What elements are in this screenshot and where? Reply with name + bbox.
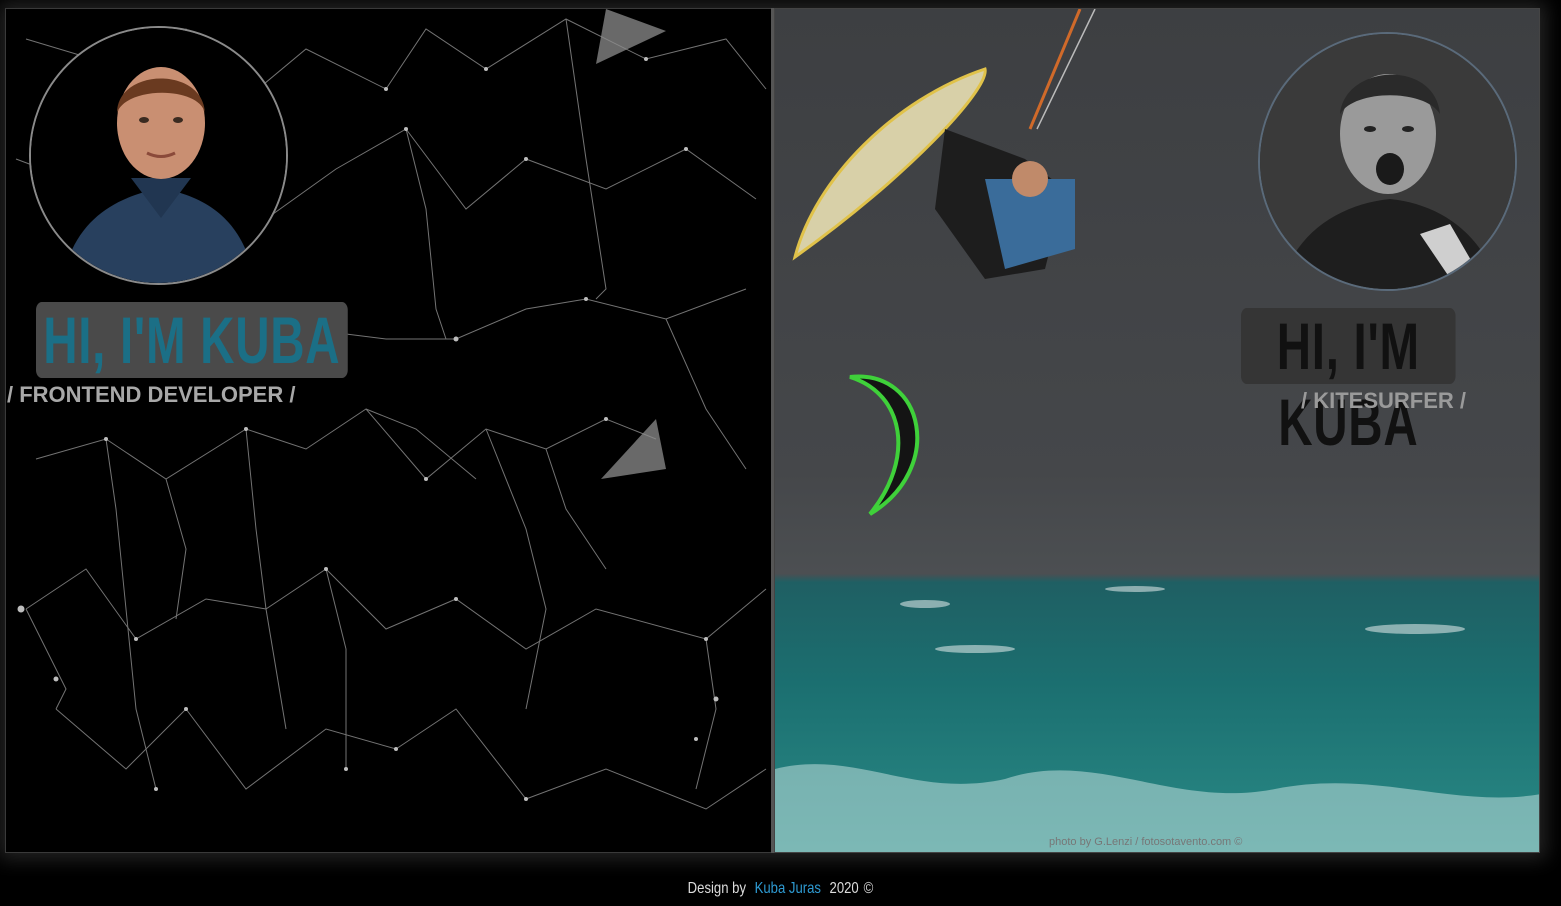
person-portrait-icon [31, 28, 286, 283]
footer-year: 2020 [829, 880, 859, 897]
developer-subtitle: / FRONTEND DEVELOPER / [7, 382, 296, 407]
copyright-icon: © [863, 880, 874, 897]
photo-credit: photo by G.Lenzi / fotosotavento.com © [1049, 836, 1243, 848]
kitesurfer-title: HI, I'M KUBA [1241, 308, 1456, 459]
kitesurfer-avatar [1258, 32, 1517, 291]
developer-avatar [29, 26, 288, 285]
kitesurfer-portrait-icon [1260, 34, 1515, 289]
developer-title: HI, I'M KUBA [36, 302, 348, 378]
author-link[interactable]: Kuba Juras [755, 880, 821, 897]
kitesurfer-panel[interactable]: HI, I'M KUBA / KITESURFER / photo by G.L… [774, 8, 1540, 853]
developer-panel[interactable]: HI, I'M KUBA / FRONTEND DEVELOPER / [5, 8, 772, 853]
kitesurfer-subtitle: / KITESURFER / [1301, 388, 1467, 413]
footer: Design by Kuba Juras 2020 © [140, 880, 1420, 898]
footer-prefix: Design by [687, 880, 747, 897]
